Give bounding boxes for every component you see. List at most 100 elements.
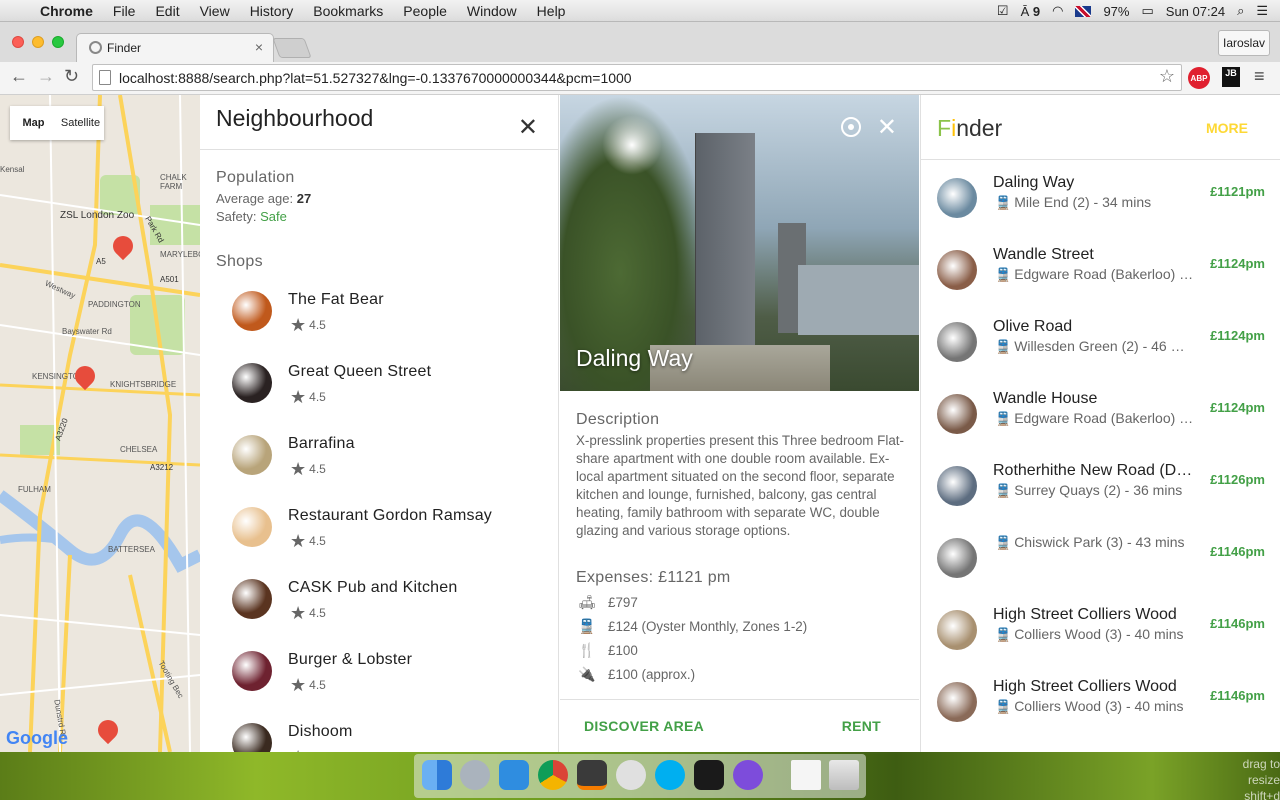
browser-tab[interactable]: Finder × xyxy=(76,33,274,62)
result-item[interactable]: Wandle House 🚆 Edgware Road (Bakerloo) (2… xyxy=(921,390,1280,466)
close-neighbourhood-icon[interactable]: ✕ xyxy=(518,113,538,142)
adblock-icon[interactable]: ABP xyxy=(1188,67,1210,89)
shop-item[interactable]: The Fat Bear ★ 4.5 xyxy=(232,291,552,351)
discover-area-button[interactable]: DISCOVER AREA xyxy=(584,718,704,734)
result-item[interactable]: 🚆 Chiswick Park (3) - 43 mins £1146pm xyxy=(921,534,1280,610)
finder-dock-icon[interactable] xyxy=(422,760,452,790)
building-image xyxy=(798,265,919,335)
menu-edit[interactable]: Edit xyxy=(155,3,179,19)
close-window-button[interactable] xyxy=(12,36,24,48)
xcode-dock-icon[interactable] xyxy=(499,760,529,790)
result-title: Wandle House xyxy=(993,390,1098,407)
chrome-menu-icon[interactable]: ≡ xyxy=(1254,66,1265,87)
minimize-window-button[interactable] xyxy=(32,36,44,48)
jetbrains-icon[interactable]: JB xyxy=(1222,67,1240,87)
safety: Safety: Safe xyxy=(216,209,287,224)
result-price: £1146pm xyxy=(1210,616,1265,631)
map-label: FULHAM xyxy=(18,485,51,494)
shops-header: Shops xyxy=(216,253,263,270)
result-item[interactable]: Daling Way 🚆 Mile End (2) - 34 mins £1121… xyxy=(921,174,1280,250)
divider xyxy=(200,149,558,150)
bookmark-star-icon[interactable]: ☆ xyxy=(1159,66,1175,87)
forward-icon[interactable]: → xyxy=(37,66,55,87)
launchpad-dock-icon[interactable] xyxy=(460,760,490,790)
github-dock-icon[interactable] xyxy=(733,760,763,790)
expense-value: £124 (Oyster Monthly, Zones 1-2) xyxy=(608,618,808,634)
sun-glare xyxy=(602,115,662,175)
map-type-map-button[interactable]: Map xyxy=(10,106,57,140)
shop-name: Barrafina xyxy=(288,435,355,452)
sequel-dock-icon[interactable] xyxy=(616,760,646,790)
expense-row: 🛋 £797 xyxy=(576,593,906,611)
neighbourhood-panel: Neighbourhood ✕ Population Average age: … xyxy=(200,95,559,752)
result-item[interactable]: High Street Colliers Wood 🚆 Colliers Wood… xyxy=(921,678,1280,752)
menu-app-name[interactable]: Chrome xyxy=(40,3,93,19)
map-label: ZSL London Zoo xyxy=(60,210,135,221)
expense-value: £797 xyxy=(608,594,638,610)
zoom-window-button[interactable] xyxy=(52,36,64,48)
shop-item[interactable]: Dishoom ★4.5 xyxy=(232,723,552,752)
rent-button[interactable]: RENT xyxy=(842,718,881,734)
property-photo: Daling Way ✕ xyxy=(560,95,919,391)
page-icon xyxy=(99,70,111,85)
result-avatar xyxy=(937,682,977,722)
menu-window[interactable]: Window xyxy=(467,3,517,19)
documents-dock-icon[interactable] xyxy=(791,760,821,790)
shop-item[interactable]: CASK Pub and Kitchen ★ 4.5 xyxy=(232,579,552,639)
map-label: BATTERSEA xyxy=(108,545,155,554)
favicon-icon xyxy=(89,41,102,54)
sublime-dock-icon[interactable] xyxy=(577,760,607,790)
result-subtitle: 🚆 Colliers Wood (3) - 40 mins xyxy=(995,698,1184,714)
shop-item[interactable]: Burger & Lobster ★ 4.5 xyxy=(232,651,552,711)
profile-button[interactable]: Iaroslav xyxy=(1218,30,1270,56)
clock[interactable]: Sun 07:24 xyxy=(1166,4,1225,19)
locate-icon[interactable] xyxy=(841,117,861,137)
trash-dock-icon[interactable] xyxy=(829,760,859,790)
train-icon: 🚆 xyxy=(995,699,1012,714)
result-item[interactable]: Olive Road 🚆 Willesden Green (2) - 46 min… xyxy=(921,318,1280,394)
shop-item[interactable]: Great Queen Street ★ 4.5 xyxy=(232,363,552,423)
terminal-dock-icon[interactable] xyxy=(694,760,724,790)
shop-avatar xyxy=(232,507,272,547)
map-type-satellite-button[interactable]: Satellite xyxy=(57,106,104,140)
menu-help[interactable]: Help xyxy=(537,3,566,19)
menu-bookmarks[interactable]: Bookmarks xyxy=(313,3,383,19)
notification-center-icon[interactable]: ☰ xyxy=(1256,3,1268,19)
spotlight-icon[interactable]: ⌕ xyxy=(1237,3,1244,19)
result-item[interactable]: High Street Colliers Wood 🚆 Colliers Wood… xyxy=(921,606,1280,682)
result-item[interactable]: Rotherhithe New Road (Dilston House) 🚆Su… xyxy=(921,462,1280,538)
map-roads xyxy=(0,95,200,752)
result-subtitle: 🚆 Colliers Wood (3) - 40 mins xyxy=(995,626,1184,642)
uk-flag-icon[interactable] xyxy=(1075,5,1092,17)
population-header: Population xyxy=(216,169,295,186)
star-icon: ★ xyxy=(290,387,307,407)
close-detail-icon[interactable]: ✕ xyxy=(877,113,897,142)
wifi-icon[interactable]: ◠ xyxy=(1052,3,1063,19)
result-avatar xyxy=(937,178,977,218)
shop-name: Burger & Lobster xyxy=(288,651,413,668)
battery-percent[interactable]: 97% xyxy=(1103,4,1129,19)
shop-item[interactable]: Restaurant Gordon Ramsay ★ 4.5 xyxy=(232,507,552,567)
more-button[interactable]: MORE xyxy=(1206,120,1248,136)
menu-people[interactable]: People xyxy=(403,3,447,19)
checkbox-status-icon[interactable]: ☑ xyxy=(997,3,1009,19)
result-item[interactable]: Wandle Street 🚆 Edgware Road (Bakerloo) (… xyxy=(921,246,1280,322)
star-icon: ★ xyxy=(290,315,307,335)
back-icon[interactable]: ← xyxy=(10,66,28,87)
skype-dock-icon[interactable] xyxy=(655,760,685,790)
shop-name: The Fat Bear xyxy=(288,291,384,308)
menu-history[interactable]: History xyxy=(250,3,294,19)
new-tab-button[interactable] xyxy=(272,38,312,58)
reload-icon[interactable]: ↻ xyxy=(64,66,79,87)
shop-item[interactable]: Barrafina ★ 4.5 xyxy=(232,435,552,495)
menu-file[interactable]: File xyxy=(113,3,136,19)
map[interactable]: ZSL London Zoo PADDINGTON Westway Bayswa… xyxy=(0,95,200,752)
chrome-dock-icon[interactable] xyxy=(538,760,568,790)
notification-count[interactable]: Ā 9 xyxy=(1021,4,1041,19)
shop-avatar xyxy=(232,651,272,691)
menu-view[interactable]: View xyxy=(200,3,230,19)
close-tab-icon[interactable]: × xyxy=(255,39,263,55)
address-bar[interactable]: localhost:8888/search.php?lat=51.527327&… xyxy=(92,64,1182,91)
battery-icon[interactable]: ▭ xyxy=(1141,3,1153,19)
result-title: Wandle Street xyxy=(993,246,1094,263)
